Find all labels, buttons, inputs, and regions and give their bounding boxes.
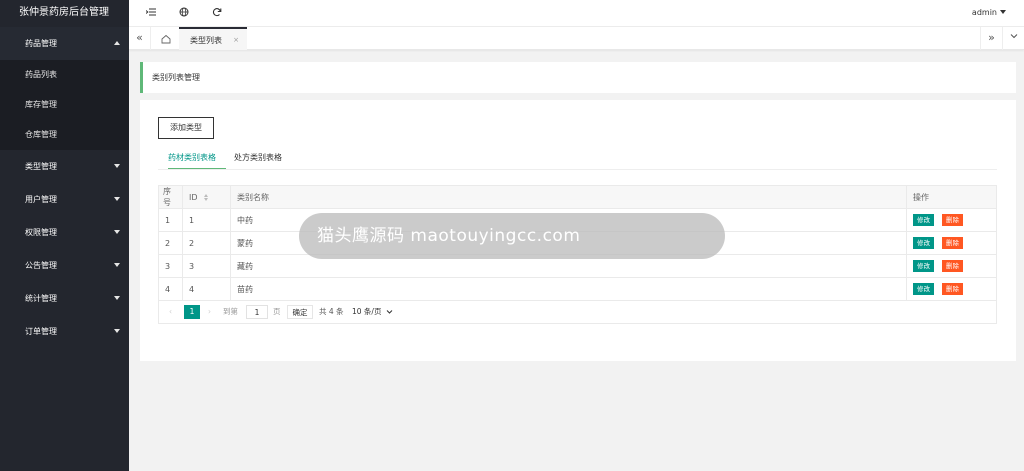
page-header: 类别列表管理 [140,62,1016,93]
cell-id: 2 [182,231,231,255]
column-header-ops: 操作 [906,185,997,209]
confirm-button[interactable]: 确定 [287,305,313,319]
cell-index: 4 [158,277,183,301]
edit-button[interactable]: 修改 [913,237,934,249]
sidebar-item-label: 权限管理 [25,228,57,237]
sidebar-item-label: 类型管理 [25,162,57,171]
tabs-dropdown-icon[interactable] [1002,27,1024,50]
refresh-icon[interactable] [211,7,223,19]
caret-down-icon [114,164,120,168]
sidebar-item-label: 用户管理 [25,195,57,204]
sidebar-item-label: 订单管理 [25,327,57,336]
edit-button[interactable]: 修改 [913,283,934,295]
user-menu[interactable]: admin [972,8,1006,17]
edit-button[interactable]: 修改 [913,260,934,272]
sidebar-subitem-warehouse[interactable]: 仓库管理 [0,120,129,150]
sort-icon[interactable] [204,193,209,201]
sidebar-item-notice-management[interactable]: 公告管理 [0,249,129,282]
sidebar-item-label: 统计管理 [25,294,57,303]
home-icon [161,34,171,44]
chevron-down-icon [1000,10,1006,14]
chevron-left-icon[interactable]: ‹ [169,305,172,319]
page-input[interactable]: 1 [246,305,268,319]
delete-button[interactable]: 删除 [942,260,963,272]
menu-toggle-icon[interactable] [145,7,157,19]
cell-index: 3 [158,254,183,278]
page-size-value: 10 条/页 [352,307,382,316]
cell-id: 1 [182,208,231,232]
column-header-id[interactable]: ID [182,185,231,209]
table-row: 4 4 苗药 修改 删除 [158,277,997,301]
sidebar-subitem-drug-list[interactable]: 药品列表 [0,60,129,90]
caret-down-icon [114,296,120,300]
sidebar-item-order-management[interactable]: 订单管理 [0,315,129,348]
cell-ops: 修改 删除 [906,277,997,301]
page-size-select[interactable]: 10 条/页 [349,305,393,319]
total-count: 共 4 条 [319,307,344,316]
home-tab[interactable] [155,27,177,50]
sidebar: 张仲景药房后台管理 药品管理 药品列表 库存管理 仓库管理 类型管理 用户管理 … [0,0,129,471]
delete-button[interactable]: 删除 [942,214,963,226]
cell-ops: 修改 删除 [906,254,997,278]
user-name: admin [971,8,997,17]
tabs-scroll-right-icon[interactable]: » [980,27,1002,50]
sidebar-item-permission-management[interactable]: 权限管理 [0,216,129,249]
caret-down-icon [114,230,120,234]
tabs-scroll-left-icon[interactable]: « [129,27,151,50]
category-tabs: 药材类别表格 处方类别表格 [158,151,997,170]
sidebar-item-label: 公告管理 [25,261,57,270]
caret-down-icon [114,197,120,201]
sidebar-submenu: 药品列表 库存管理 仓库管理 [0,60,129,150]
page-button-current[interactable]: 1 [184,305,200,319]
sidebar-item-drug-management[interactable]: 药品管理 [0,27,129,60]
sidebar-item-type-management[interactable]: 类型管理 [0,150,129,183]
cell-index: 2 [158,231,183,255]
goto-label: 到第 [223,307,238,316]
caret-down-icon [114,329,120,333]
cell-ops: 修改 删除 [906,231,997,255]
delete-button[interactable]: 删除 [942,283,963,295]
column-header-index: 序号 [158,185,183,209]
caret-up-icon [114,41,120,45]
page-unit-label: 页 [273,307,281,316]
chevron-down-icon [386,310,393,314]
delete-button[interactable]: 删除 [942,237,963,249]
tab-herb-categories[interactable]: 药材类别表格 [168,151,226,170]
add-type-button[interactable]: 添加类型 [158,117,214,139]
tabs-divider [158,169,997,170]
topbar: admin [129,0,1024,27]
globe-icon[interactable] [178,7,190,19]
sidebar-item-stats-management[interactable]: 统计管理 [0,282,129,315]
close-icon[interactable]: × [233,29,239,52]
cell-id: 3 [182,254,231,278]
page-title: 类别列表管理 [152,73,200,82]
column-header-id-label: ID [189,192,198,202]
cell-index: 1 [158,208,183,232]
sidebar-item-user-management[interactable]: 用户管理 [0,183,129,216]
cell-id: 4 [182,277,231,301]
caret-down-icon [114,263,120,267]
tab-type-list[interactable]: 类型列表 × [179,27,247,50]
column-header-name: 类别名称 [230,185,907,209]
page-tabs-bar: « 类型列表 × » [129,27,1024,50]
watermark-overlay: 猫头鹰源码 maotouyingcc.com [299,213,725,259]
sidebar-item-label: 药品管理 [25,39,57,48]
edit-button[interactable]: 修改 [913,214,934,226]
cell-name: 苗药 [230,277,907,301]
tab-prescription-categories[interactable]: 处方类别表格 [234,151,282,170]
sidebar-subitem-stock[interactable]: 库存管理 [0,90,129,120]
app-title: 张仲景药房后台管理 [19,7,109,18]
pagination: ‹ 1 › 到第 1 页 确定 共 4 条 10 条/页 [158,300,997,324]
cell-ops: 修改 删除 [906,208,997,232]
chevron-right-icon[interactable]: › [208,305,211,319]
tab-label: 类型列表 [190,36,222,45]
table-header-row: 序号 ID 类别名称 操作 [158,185,997,209]
